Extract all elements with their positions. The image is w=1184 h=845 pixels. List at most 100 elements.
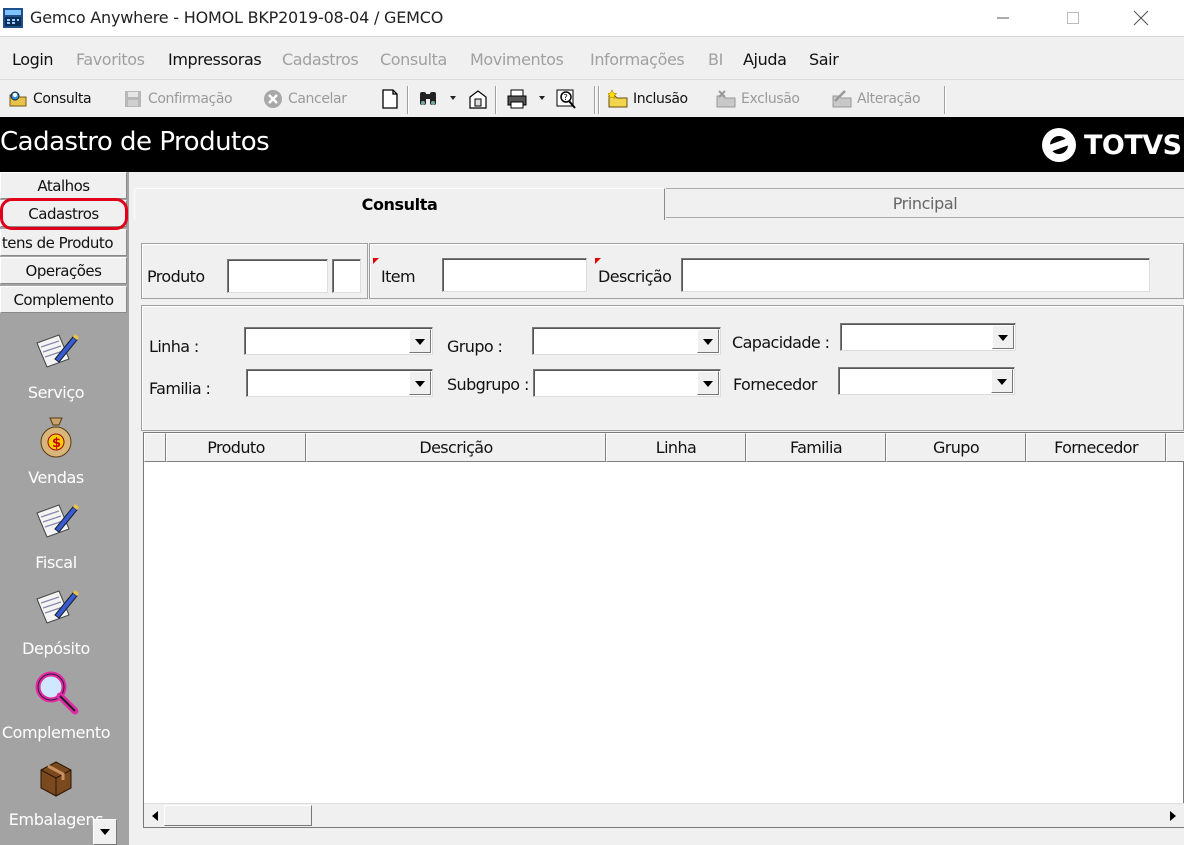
sidebar-tab-itens-label: Itens de Produto [0,233,114,252]
svg-text:?: ? [564,93,568,102]
column-header-produto[interactable]: Produto [166,433,306,462]
grid-row-selector-header [144,433,166,462]
sidebar-item-complemento-label: Complemento [1,723,111,742]
close-icon [1133,10,1149,26]
document-pen-icon [36,334,79,368]
page-title: Cadastro de Produtos [0,127,270,157]
column-header-grupo[interactable]: Grupo [886,433,1026,462]
chevron-down-icon [703,339,713,345]
column-header-linha[interactable]: Linha [606,433,746,462]
maximize-button[interactable] [1050,0,1096,36]
sidebar-tab-complemento[interactable]: Complemento [0,286,127,313]
sidebar-scroll-down-button[interactable] [93,819,117,845]
familia-select[interactable] [246,369,433,397]
money-bag-icon: $ [40,417,72,458]
menu-bi[interactable]: BI [708,50,723,69]
alteracao-button[interactable]: Alteração [832,87,921,111]
column-header-fornecedor[interactable]: Fornecedor [1026,433,1166,462]
magnifier-icon [35,671,79,715]
printer-icon[interactable] [506,88,528,110]
chevron-down-icon [415,381,425,387]
tab-consulta[interactable]: Consulta [134,188,665,220]
item-label: Item [381,267,416,286]
menu-informacoes[interactable]: Informações [590,50,685,69]
toolbar-separator [598,86,600,114]
linha-select[interactable] [244,327,433,355]
fornecedor-dropdown-button[interactable] [991,369,1013,393]
horizontal-scrollbar[interactable] [144,803,1184,827]
sidebar-item-servico-label: Serviço [27,383,85,402]
svg-text:$: $ [52,436,61,451]
sidebar-item-deposito-label: Depósito [22,639,90,658]
menu-login[interactable]: Login [12,50,54,69]
sidebar-item-complemento[interactable]: Complemento [0,669,112,742]
item-input[interactable] [442,258,587,292]
results-grid[interactable]: Produto Descrição Linha Familia Grupo Fo… [143,432,1184,828]
chevron-down-icon [998,335,1008,341]
chevron-down-icon [703,381,713,387]
maximize-icon [1067,12,1079,24]
fornecedor-label: Fornecedor [733,375,817,394]
tab-principal[interactable]: Principal [666,188,1184,218]
capacidade-select[interactable] [840,323,1016,351]
menu-movimentos[interactable]: Movimentos [470,50,564,69]
menu-impressoras[interactable]: Impressoras [168,50,262,69]
page-header: Cadastro de Produtos TOTVS [0,117,1184,172]
menu-ajuda[interactable]: Ajuda [743,50,787,69]
capacidade-dropdown-button[interactable] [992,325,1014,349]
close-button[interactable] [1118,0,1164,36]
produto-digit-input[interactable] [332,259,361,293]
menu-consulta[interactable]: Consulta [380,50,447,69]
export-icon[interactable] [467,88,489,110]
chevron-down-icon [100,829,110,835]
sidebar-tab-operacoes[interactable]: Operações [0,257,127,284]
familia-label: Familia : [149,379,211,398]
new-document-icon[interactable] [379,88,401,110]
menu-bar: Login Favoritos Impressoras Cadastros Co… [0,36,1184,78]
toolbar-separator [495,86,497,114]
descricao-input[interactable] [681,258,1150,292]
sidebar-tab-atalhos[interactable]: Atalhos [0,172,127,199]
sidebar-item-servico[interactable]: Serviço [0,329,112,402]
folder-add-icon [608,89,628,108]
confirmacao-button[interactable]: Confirmação [123,87,233,111]
menu-sair[interactable]: Sair [809,50,839,69]
fornecedor-select[interactable] [838,367,1015,395]
cancelar-button[interactable]: Cancelar [263,87,347,111]
consulta-button[interactable]: Consulta [8,87,92,111]
folder-edit-icon [832,90,852,108]
produto-input[interactable] [227,259,328,293]
sidebar-item-fiscal[interactable]: Fiscal [0,499,112,572]
logo-text: TOTVS [1084,129,1182,161]
binoculars-icon[interactable] [417,88,439,110]
exclusao-button[interactable]: Exclusão [716,87,800,111]
grupo-select[interactable] [532,327,721,355]
sidebar-item-deposito[interactable]: Depósito [0,585,112,658]
scroll-left-icon[interactable] [146,806,166,826]
minimize-button[interactable] [980,0,1026,36]
descricao-required-marker [595,258,601,264]
toolbar-separator [944,86,946,114]
capacidade-label: Capacidade : [732,333,830,352]
confirmacao-label: Confirmação [148,91,233,107]
inclusao-button[interactable]: Inclusão [608,87,688,111]
sidebar-item-vendas[interactable]: $ Vendas [0,414,112,487]
subgrupo-select[interactable] [533,369,721,397]
cancel-icon [264,90,282,108]
sidebar-tab-itens-de-produto[interactable]: Itens de Produto [0,229,127,256]
column-header-familia[interactable]: Familia [746,433,886,462]
package-icon [40,761,72,797]
help-search-icon[interactable]: ? [555,88,577,110]
sidebar: Atalhos Cadastros Itens de Produto Opera… [0,172,129,845]
menu-favoritos[interactable]: Favoritos [76,50,145,69]
grupo-dropdown-button[interactable] [697,329,719,353]
column-header-descricao[interactable]: Descrição [306,433,606,462]
menu-cadastros[interactable]: Cadastros [282,50,359,69]
scroll-right-icon[interactable] [1162,806,1182,826]
familia-dropdown-button[interactable] [409,371,431,395]
binoculars-dropdown-icon[interactable] [450,96,456,100]
subgrupo-dropdown-button[interactable] [697,371,719,395]
printer-dropdown-icon[interactable] [539,96,545,100]
linha-dropdown-button[interactable] [409,329,431,353]
scroll-thumb[interactable] [164,805,312,826]
